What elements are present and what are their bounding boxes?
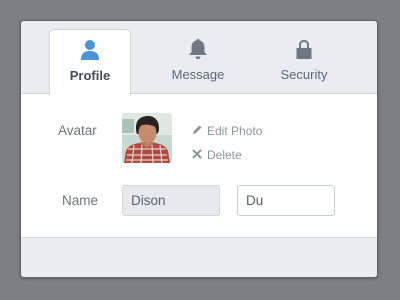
- user-icon: [79, 39, 101, 61]
- edit-photo-button[interactable]: Edit Photo: [192, 124, 262, 138]
- card-footer: [21, 237, 377, 277]
- tab-profile[interactable]: Profile: [49, 29, 131, 95]
- avatar[interactable]: [122, 113, 172, 163]
- tab-label: Message: [171, 67, 225, 82]
- tab-security[interactable]: Security: [263, 29, 345, 94]
- delete-photo-button[interactable]: Delete: [192, 148, 242, 162]
- name-label: Name: [62, 193, 99, 208]
- close-icon: [192, 148, 204, 162]
- tab-label: Profile: [69, 68, 111, 83]
- pencil-icon: [192, 124, 204, 138]
- avatar-label: Avatar: [58, 123, 97, 138]
- tab-message[interactable]: Message: [157, 29, 239, 94]
- edit-photo-label: Edit Photo: [207, 124, 263, 138]
- settings-card: Profile Message Security Avatar Edit Pho…: [20, 20, 378, 278]
- tab-label: Security: [280, 67, 328, 82]
- tab-bar: Profile Message Security: [21, 21, 377, 95]
- lock-icon: [293, 38, 315, 60]
- last-name-field[interactable]: [237, 185, 335, 216]
- first-name-field[interactable]: [122, 185, 220, 216]
- delete-photo-label: Delete: [207, 148, 242, 162]
- bell-icon: [187, 38, 209, 60]
